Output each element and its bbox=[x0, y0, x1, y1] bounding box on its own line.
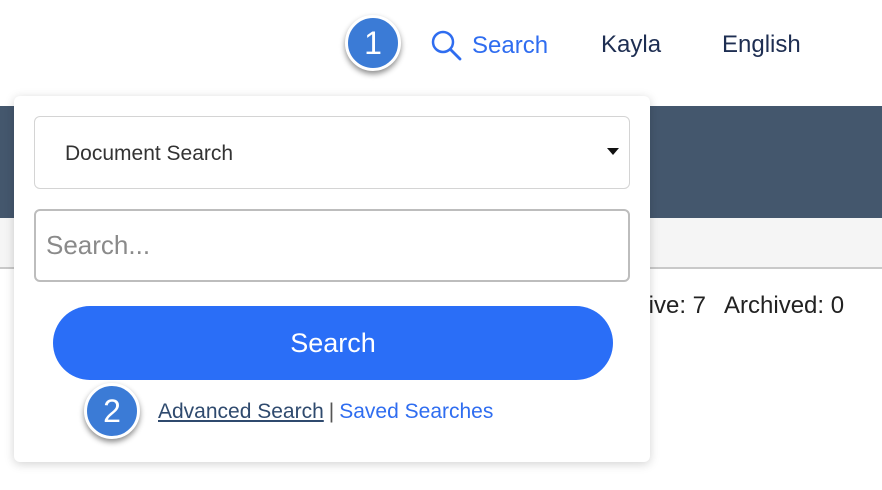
nav-language-selector[interactable]: English bbox=[722, 31, 801, 59]
link-separator: | bbox=[328, 400, 335, 423]
archived-count: Archived: 0 bbox=[724, 292, 845, 319]
step-callout-1: 1 bbox=[345, 15, 401, 71]
caret-down-icon bbox=[607, 148, 619, 155]
search-type-select[interactable]: Document Search bbox=[34, 116, 630, 189]
search-icon bbox=[428, 28, 464, 64]
search-links: Advanced Search | Saved Searches bbox=[158, 400, 493, 424]
nav-user-menu[interactable]: Kayla bbox=[601, 31, 661, 59]
search-submit-button[interactable]: Search bbox=[53, 306, 613, 380]
search-type-value: Document Search bbox=[65, 142, 234, 165]
advanced-search-link[interactable]: Advanced Search bbox=[158, 400, 324, 423]
step-callout-2: 2 bbox=[84, 383, 140, 439]
nav-search-label: Search bbox=[472, 32, 549, 59]
status-counts: ctive: 7 Archived: 0 bbox=[630, 292, 844, 320]
saved-searches-link[interactable]: Saved Searches bbox=[339, 400, 493, 423]
nav-search-button[interactable]: Search bbox=[428, 28, 548, 64]
search-input[interactable] bbox=[34, 209, 630, 282]
top-navigation: Search Kayla English bbox=[0, 0, 882, 95]
